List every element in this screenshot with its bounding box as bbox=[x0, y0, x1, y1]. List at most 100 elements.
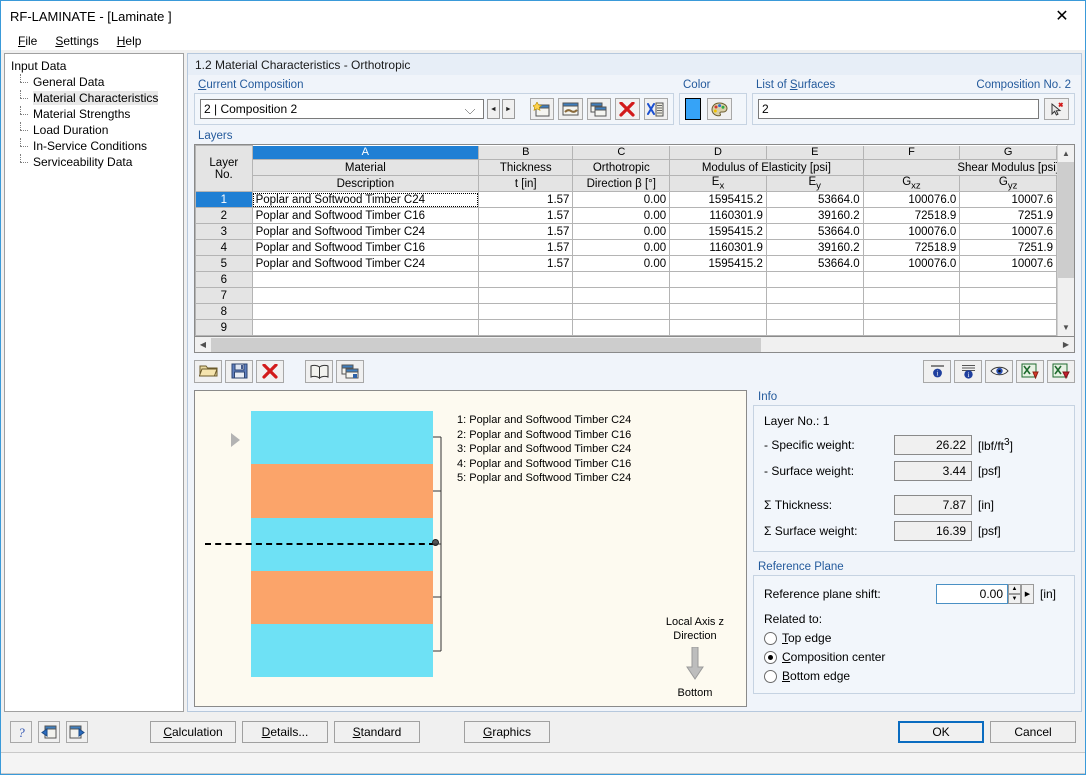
color-palette-button[interactable] bbox=[707, 98, 732, 120]
cell-gxz[interactable]: 100076.0 bbox=[862, 191, 961, 209]
cell-material[interactable]: Poplar and Softwood Timber C24 bbox=[251, 255, 480, 273]
cell-gyz[interactable] bbox=[959, 319, 1057, 337]
row-number[interactable]: 9 bbox=[195, 319, 253, 337]
vertical-scroll-track[interactable] bbox=[1058, 278, 1074, 320]
cell-beta[interactable]: 0.00 bbox=[572, 191, 671, 209]
cell-gyz[interactable]: 7251.9 bbox=[959, 207, 1057, 225]
column-letter-a[interactable]: A bbox=[251, 145, 480, 160]
details-button[interactable]: Details... bbox=[242, 721, 328, 743]
cell-beta[interactable] bbox=[572, 303, 671, 321]
calculation-button[interactable]: Calculation bbox=[150, 721, 236, 743]
cell-gyz[interactable]: 7251.9 bbox=[959, 239, 1057, 257]
column-letter-d[interactable]: D bbox=[669, 145, 767, 160]
row-number[interactable]: 3 bbox=[195, 223, 253, 241]
radio-circle-icon[interactable] bbox=[764, 631, 777, 645]
cell-ey[interactable] bbox=[765, 319, 864, 337]
sidebar-item-in-service-conditions[interactable]: In-Service Conditions bbox=[17, 138, 183, 154]
cell-gxz[interactable] bbox=[862, 287, 961, 305]
row-number[interactable]: 5 bbox=[195, 255, 253, 273]
cell-gxz[interactable]: 72518.9 bbox=[862, 239, 961, 257]
ok-button[interactable]: OK bbox=[898, 721, 984, 743]
spinner-up-icon[interactable]: ▲ bbox=[1008, 584, 1021, 595]
view-button[interactable] bbox=[985, 359, 1013, 383]
sidebar-item-general-data[interactable]: General Data bbox=[17, 74, 183, 90]
cell-ey[interactable] bbox=[765, 287, 864, 305]
help-button[interactable]: ? bbox=[10, 721, 32, 743]
row-number[interactable]: 6 bbox=[195, 271, 253, 289]
cell-ex[interactable]: 1160301.9 bbox=[669, 207, 767, 225]
row-number[interactable]: 7 bbox=[195, 287, 253, 305]
cell-gxz[interactable] bbox=[862, 271, 961, 289]
cell-ey[interactable]: 39160.2 bbox=[765, 239, 864, 257]
cell-material[interactable] bbox=[251, 303, 480, 321]
composition-prev-icon[interactable]: ◄ bbox=[486, 99, 500, 119]
cell-ex[interactable]: 1595415.2 bbox=[669, 255, 767, 273]
table-row[interactable]: 9 bbox=[195, 319, 1057, 337]
cell-gxz[interactable] bbox=[862, 319, 961, 337]
new-composition-button[interactable] bbox=[529, 98, 555, 120]
cell-ex[interactable] bbox=[669, 319, 767, 337]
open-button[interactable] bbox=[194, 359, 222, 383]
cell-material[interactable]: Poplar and Softwood Timber C24 bbox=[251, 191, 480, 209]
cell-material[interactable] bbox=[251, 287, 480, 305]
sidebar-item-material-characteristics[interactable]: Material Characteristics bbox=[17, 90, 183, 106]
cell-ex[interactable]: 1595415.2 bbox=[669, 191, 767, 209]
radio-bottom-edge[interactable]: Bottom edge bbox=[764, 669, 1064, 683]
cell-beta[interactable] bbox=[572, 271, 671, 289]
import-excel-button[interactable] bbox=[1047, 359, 1075, 383]
column-letter-c[interactable]: C bbox=[572, 145, 671, 160]
previous-page-button[interactable] bbox=[38, 721, 60, 743]
cell-material[interactable] bbox=[251, 319, 480, 337]
column-letter-f[interactable]: F bbox=[862, 145, 961, 160]
cell-gyz[interactable] bbox=[959, 287, 1057, 305]
cell-gxz[interactable]: 100076.0 bbox=[862, 255, 961, 273]
layer-composition-graphic[interactable]: 1: Poplar and Softwood Timber C24 2: Pop… bbox=[194, 390, 747, 707]
cell-ex[interactable]: 1160301.9 bbox=[669, 239, 767, 257]
table-row[interactable]: 1 Poplar and Softwood Timber C24 1.57 0.… bbox=[195, 191, 1057, 209]
cell-thickness[interactable] bbox=[478, 271, 574, 289]
row-number[interactable]: 8 bbox=[195, 303, 253, 321]
cell-gyz[interactable]: 10007.6 bbox=[959, 223, 1057, 241]
cell-gyz[interactable] bbox=[959, 271, 1057, 289]
layer-block-4[interactable] bbox=[251, 570, 433, 625]
cell-gxz[interactable]: 100076.0 bbox=[862, 223, 961, 241]
cell-ey[interactable] bbox=[765, 303, 864, 321]
cell-beta[interactable]: 0.00 bbox=[572, 207, 671, 225]
tree-root-input-data[interactable]: Input Data bbox=[9, 58, 183, 74]
sidebar-item-serviceability-data[interactable]: Serviceability Data bbox=[17, 154, 183, 170]
spinner-buttons[interactable]: ▲ ▼ bbox=[1008, 584, 1021, 605]
cell-beta[interactable]: 0.00 bbox=[572, 223, 671, 241]
row-number[interactable]: 2 bbox=[195, 207, 253, 225]
delete-composition-button[interactable] bbox=[615, 98, 640, 120]
standard-button[interactable]: Standard bbox=[334, 721, 420, 743]
scroll-left-icon[interactable]: ◀ bbox=[195, 338, 211, 352]
menu-file[interactable]: File bbox=[10, 33, 45, 49]
radio-top-edge[interactable]: Top edge bbox=[764, 631, 1064, 645]
menu-settings[interactable]: Settings bbox=[47, 33, 106, 49]
cell-ex[interactable] bbox=[669, 287, 767, 305]
table-row[interactable]: 3 Poplar and Softwood Timber C24 1.57 0.… bbox=[195, 223, 1057, 241]
pick-surfaces-button[interactable] bbox=[1044, 98, 1069, 120]
reference-plane-shift-input[interactable] bbox=[936, 584, 1008, 605]
cell-ex[interactable] bbox=[669, 271, 767, 289]
sidebar-item-load-duration[interactable]: Load Duration bbox=[17, 122, 183, 138]
surfaces-input[interactable] bbox=[758, 99, 1039, 119]
layer-block-2[interactable] bbox=[251, 464, 433, 518]
column-letter-e[interactable]: E bbox=[765, 145, 864, 160]
cell-thickness[interactable]: 1.57 bbox=[478, 239, 574, 257]
radio-circle-icon[interactable] bbox=[764, 669, 777, 683]
table-row[interactable]: 5 Poplar and Softwood Timber C24 1.57 0.… bbox=[195, 255, 1057, 273]
cell-thickness[interactable]: 1.57 bbox=[478, 207, 574, 225]
cell-thickness[interactable]: 1.57 bbox=[478, 191, 574, 209]
info-details-button[interactable]: i bbox=[954, 359, 982, 383]
cell-gxz[interactable] bbox=[862, 303, 961, 321]
cell-material[interactable]: Poplar and Softwood Timber C16 bbox=[251, 207, 480, 225]
reference-plane-shift-field[interactable]: ▲ ▼ ▶ bbox=[936, 584, 1034, 605]
cell-ey[interactable]: 53664.0 bbox=[765, 223, 864, 241]
composition-select[interactable]: 2 | Composition 2 bbox=[200, 99, 484, 119]
cell-thickness[interactable]: 1.57 bbox=[478, 223, 574, 241]
cell-thickness[interactable] bbox=[478, 319, 574, 337]
close-icon[interactable]: ✕ bbox=[1039, 1, 1085, 31]
scroll-up-icon[interactable]: ▲ bbox=[1058, 145, 1074, 162]
cell-gyz[interactable] bbox=[959, 303, 1057, 321]
